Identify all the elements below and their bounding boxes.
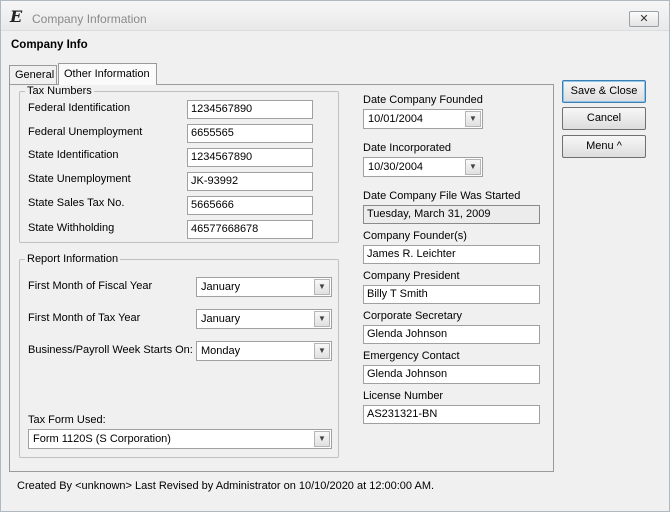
state-unemployment-input[interactable]: JK-93992 [187, 172, 313, 191]
state-withholding-input[interactable]: 46577668678 [187, 220, 313, 239]
founders-label: Company Founder(s) [363, 230, 467, 242]
app-icon: E [10, 7, 23, 26]
tax-form-select[interactable]: Form 1120S (S Corporation) ▼ [28, 429, 332, 449]
tab-general[interactable]: General [9, 65, 57, 85]
state-sales-tax-input[interactable]: 5665666 [187, 196, 313, 215]
chevron-down-icon[interactable]: ▼ [314, 431, 330, 447]
state-unemployment-label: State Unemployment [28, 173, 131, 185]
tab-other-information[interactable]: Other Information [58, 63, 157, 85]
founders-input[interactable]: James R. Leichter [363, 245, 540, 264]
state-withholding-label: State Withholding [28, 222, 115, 234]
page-title: Company Info [11, 39, 88, 51]
title-bar[interactable]: E Company Information ✕ [1, 1, 669, 31]
cancel-button[interactable]: Cancel [562, 107, 646, 130]
week-start-value: Monday [201, 345, 241, 357]
fiscal-year-select[interactable]: January ▼ [196, 277, 332, 297]
state-identification-input[interactable]: 1234567890 [187, 148, 313, 167]
federal-unemployment-input[interactable]: 6655565 [187, 124, 313, 143]
emergency-contact-label: Emergency Contact [363, 350, 460, 362]
date-incorporated-picker[interactable]: 10/30/2004 ▼ [363, 157, 483, 177]
chevron-down-icon[interactable]: ▼ [314, 343, 330, 359]
close-button[interactable]: ✕ [629, 11, 659, 27]
status-footer: Created By <unknown> Last Revised by Adm… [17, 480, 435, 492]
president-input[interactable]: Billy T Smith [363, 285, 540, 304]
chevron-down-icon[interactable]: ▼ [465, 111, 481, 127]
date-incorporated-value: 10/30/2004 [368, 161, 424, 173]
week-start-select[interactable]: Monday ▼ [196, 341, 332, 361]
tax-numbers-legend: Tax Numbers [27, 85, 92, 97]
federal-unemployment-label: Federal Unemployment [28, 126, 143, 138]
window-title: Company Information [32, 12, 147, 26]
president-label: Company President [363, 270, 460, 282]
date-founded-label: Date Company Founded [363, 94, 483, 106]
save-close-button[interactable]: Save & Close [562, 80, 646, 103]
fiscal-year-value: January [201, 281, 241, 293]
tax-form-value: Form 1120S (S Corporation) [33, 433, 171, 445]
chevron-down-icon[interactable]: ▼ [314, 311, 330, 327]
date-founded-picker[interactable]: 10/01/2004 ▼ [363, 109, 483, 129]
tax-year-label: First Month of Tax Year [28, 312, 141, 324]
file-started-label: Date Company File Was Started [363, 190, 521, 202]
tax-form-label: Tax Form Used: [28, 414, 106, 426]
state-sales-tax-label: State Sales Tax No. [28, 197, 125, 209]
license-number-input[interactable]: AS231321-BN [363, 405, 540, 424]
report-information-legend: Report Information [27, 253, 119, 265]
fiscal-year-label: First Month of Fiscal Year [28, 280, 153, 292]
federal-identification-label: Federal Identification [28, 102, 131, 114]
emergency-contact-input[interactable]: Glenda Johnson [363, 365, 540, 384]
week-start-label: Business/Payroll Week Starts On: [28, 344, 193, 356]
federal-identification-input[interactable]: 1234567890 [187, 100, 313, 119]
tax-year-select[interactable]: January ▼ [196, 309, 332, 329]
tax-year-value: January [201, 313, 241, 325]
secretary-input[interactable]: Glenda Johnson [363, 325, 540, 344]
company-information-window: E Company Information ✕ Company Info Gen… [0, 0, 670, 512]
license-number-label: License Number [363, 390, 444, 402]
state-identification-label: State Identification [28, 149, 119, 161]
date-incorporated-label: Date Incorporated [363, 142, 452, 154]
close-icon: ✕ [639, 13, 649, 25]
chevron-down-icon[interactable]: ▼ [314, 279, 330, 295]
date-founded-value: 10/01/2004 [368, 113, 424, 125]
file-started-field: Tuesday, March 31, 2009 [363, 205, 540, 224]
menu-button[interactable]: Menu ^ [562, 135, 646, 158]
chevron-down-icon[interactable]: ▼ [465, 159, 481, 175]
secretary-label: Corporate Secretary [363, 310, 463, 322]
